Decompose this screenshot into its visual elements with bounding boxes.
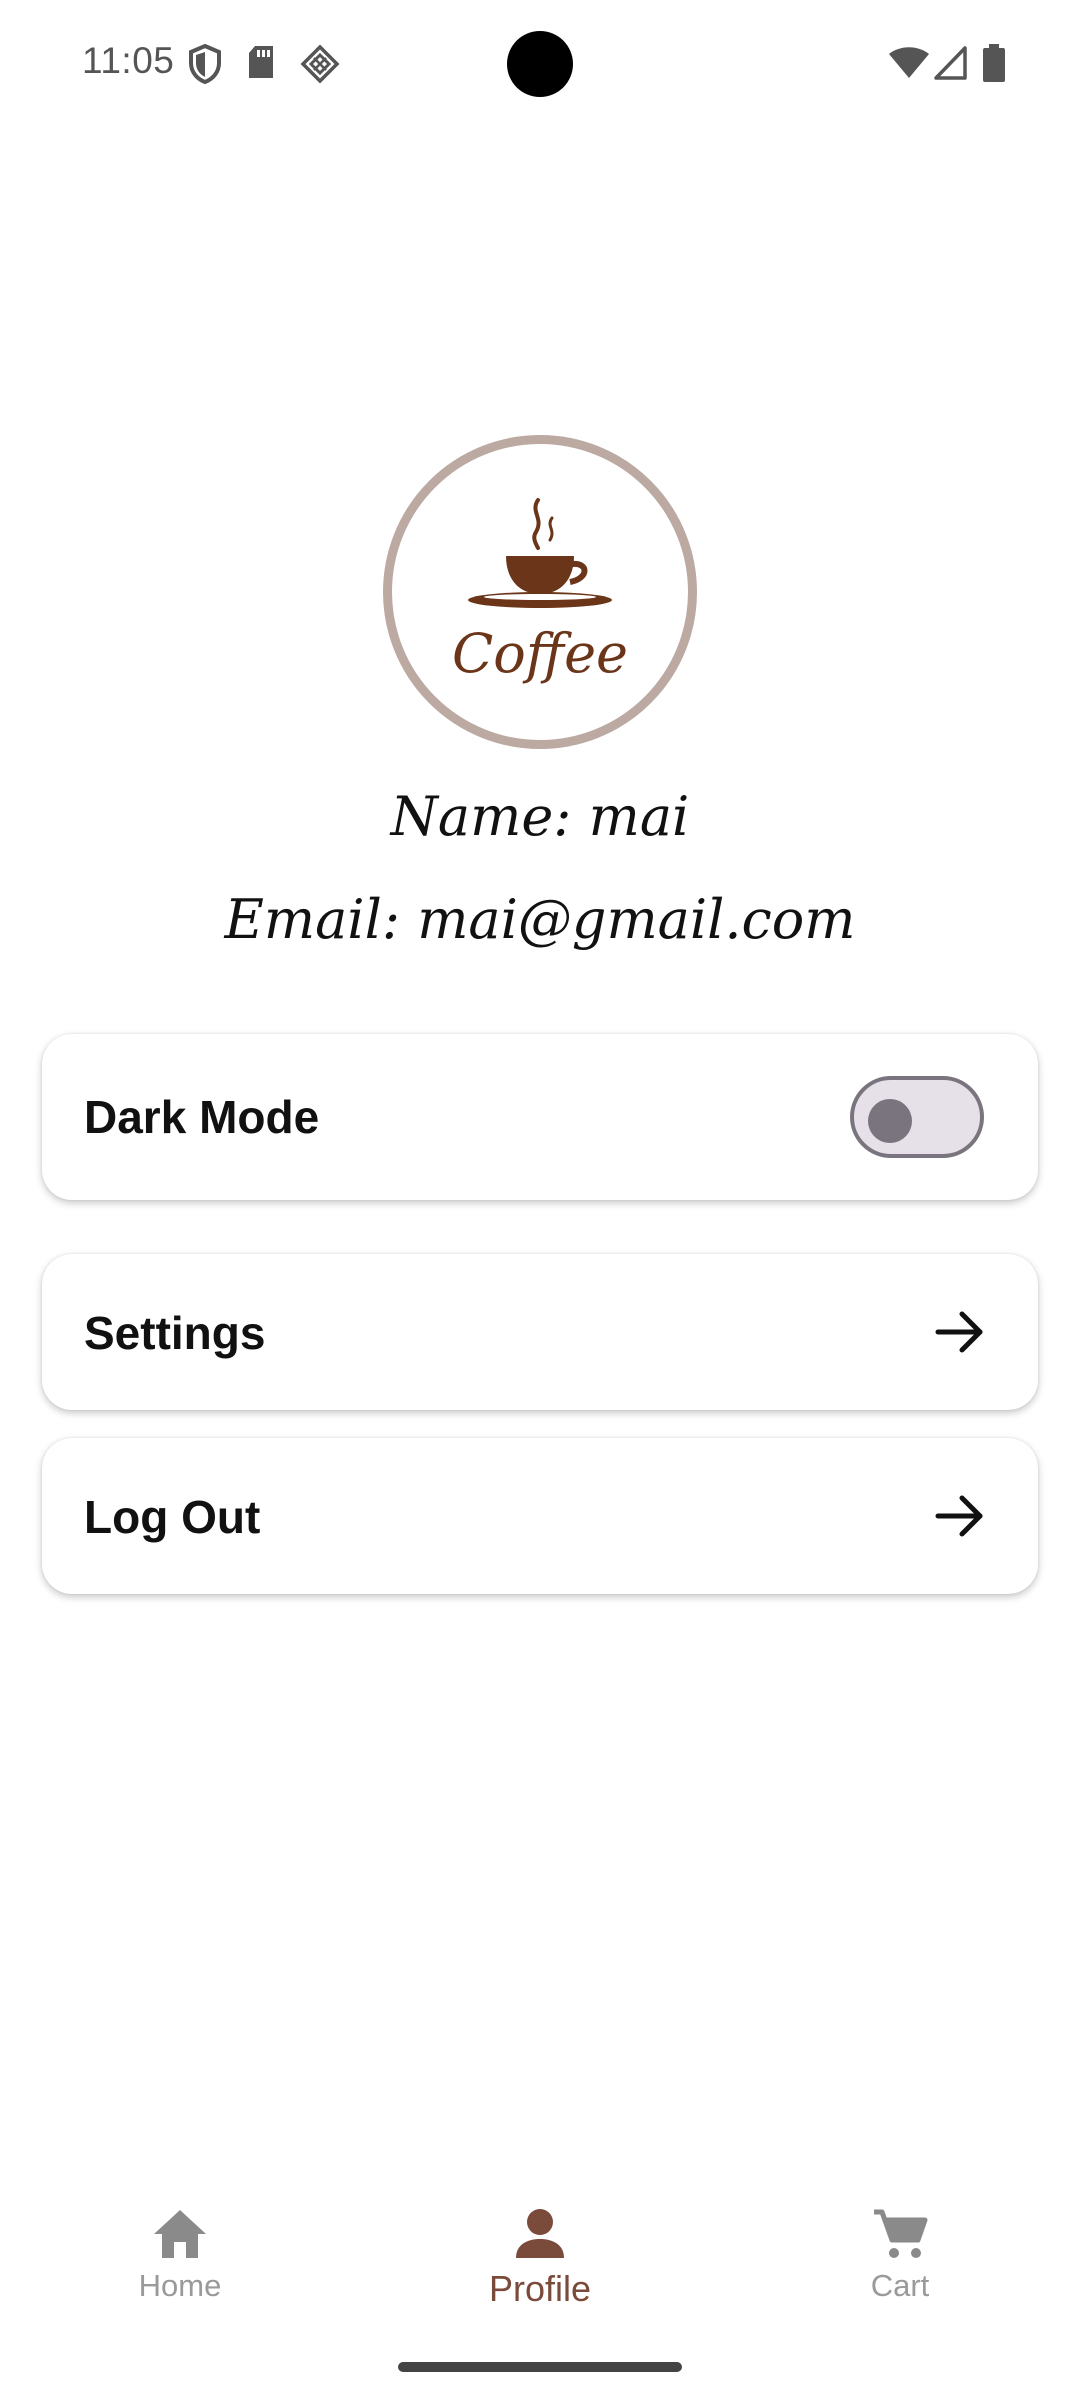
arrow-right-icon (935, 1311, 983, 1353)
settings-label: Settings (84, 1307, 266, 1359)
nav-item-profile[interactable]: Profile (440, 2206, 640, 2310)
dark-mode-toggle[interactable] (850, 1076, 984, 1158)
home-icon (154, 2210, 206, 2258)
profile-screen: 11:05 Coffee Name: mai Email: mai@gmail.… (0, 0, 1080, 2400)
wifi-icon (888, 46, 930, 85)
nav-label-cart: Cart (870, 2268, 930, 2303)
home-indicator[interactable] (398, 2362, 682, 2372)
cast-icon (300, 44, 340, 89)
signal-icon (934, 46, 968, 85)
nav-item-cart[interactable]: Cart (800, 2206, 1000, 2304)
status-time: 11:05 (82, 40, 175, 81)
logout-label: Log Out (84, 1491, 261, 1543)
toggle-knob (868, 1099, 912, 1143)
person-icon (516, 2209, 564, 2258)
coffee-logo (468, 498, 612, 608)
logout-button[interactable]: Log Out (42, 1438, 1038, 1594)
battery-icon (982, 44, 1006, 87)
arrow-right-icon (935, 1495, 983, 1537)
status-bar: 11:05 (0, 0, 1080, 130)
nav-item-home[interactable]: Home (80, 2206, 280, 2304)
nav-label-profile: Profile (488, 2268, 592, 2309)
sd-card-icon (246, 44, 276, 85)
dark-mode-label: Dark Mode (84, 1091, 320, 1143)
profile-email: Email: mai@gmail.com (224, 888, 856, 951)
camera-cutout (507, 31, 573, 97)
logo-text: Coffee (451, 622, 628, 685)
avatar: Coffee (383, 435, 697, 749)
settings-button[interactable]: Settings (42, 1254, 1038, 1410)
cart-icon (874, 2209, 928, 2258)
shield-icon (188, 43, 222, 89)
nav-label-home: Home (138, 2268, 222, 2303)
dark-mode-card: Dark Mode (42, 1034, 1038, 1200)
profile-name: Name: mai (390, 785, 690, 848)
